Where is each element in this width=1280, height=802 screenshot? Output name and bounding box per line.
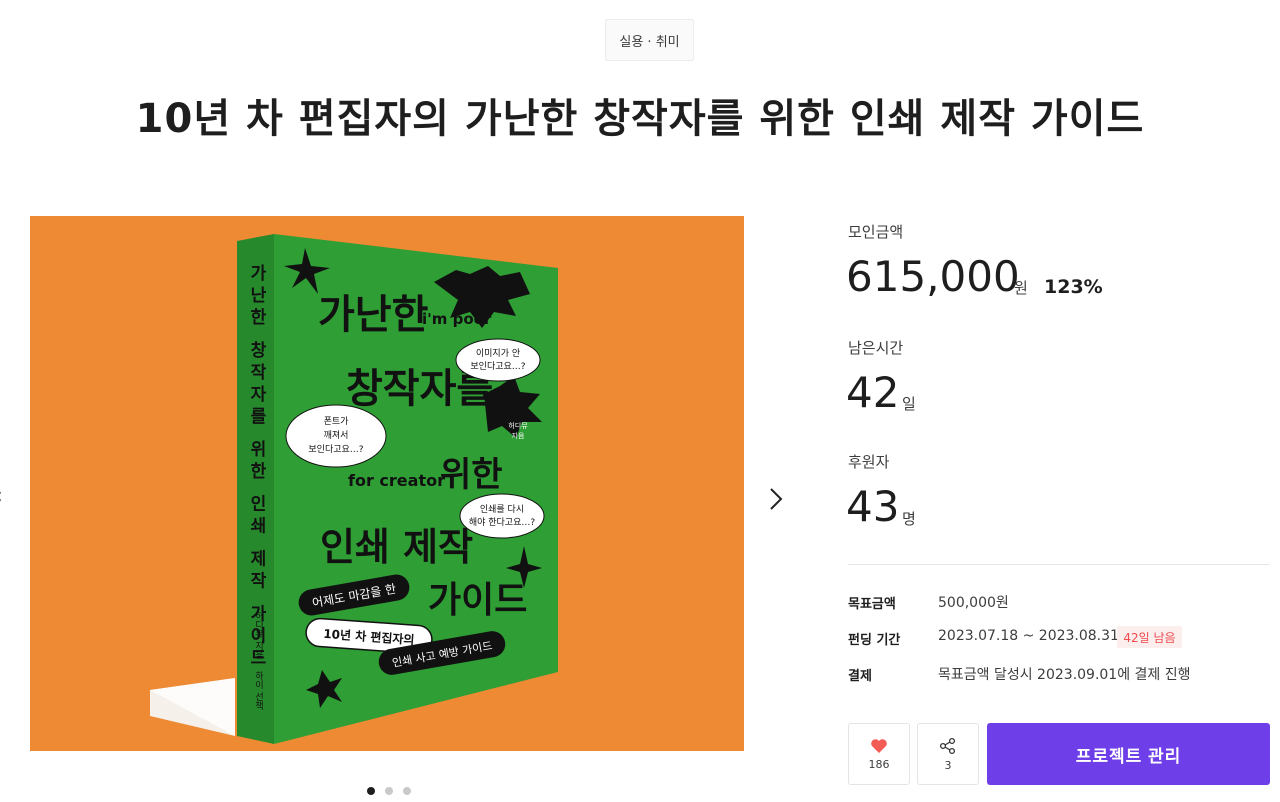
share-button[interactable]: 3 xyxy=(917,723,979,785)
svg-text:지음: 지음 xyxy=(512,431,525,440)
goal-label: 목표금액 xyxy=(848,597,896,612)
time-label: 남은시간 xyxy=(848,339,904,357)
cover-title-sub2: for creator xyxy=(348,471,445,490)
raised-value: 615,000 xyxy=(846,252,1020,301)
period-value: 2023.07.18 ~ 2023.08.31 xyxy=(938,628,1119,644)
divider xyxy=(848,564,1270,565)
carousel-dot-1[interactable] xyxy=(367,787,375,795)
project-image: 가난한 창작자를 위한 인쇄 제작 가이드 허디뮤 지음 하이 선책 가난한 i… xyxy=(30,216,744,751)
carousel-dots xyxy=(367,787,411,795)
like-count: 186 xyxy=(868,757,890,771)
svg-text:폰트가: 폰트가 xyxy=(324,416,349,427)
raised-unit: 원 xyxy=(1014,279,1028,297)
svg-text:보인다고요…?: 보인다고요…? xyxy=(470,361,525,372)
carousel-dot-3[interactable] xyxy=(403,787,411,795)
payment-value: 목표금액 달성시 2023.09.01에 결제 진행 xyxy=(938,667,1191,683)
carousel-dot-2[interactable] xyxy=(385,787,393,795)
cover-title-line3: 위한 xyxy=(440,455,503,495)
chevron-right-icon[interactable] xyxy=(764,484,788,514)
spine-publisher: 하이 선책 xyxy=(253,671,263,711)
svg-text:허디뮤: 허디뮤 xyxy=(508,421,528,430)
backers-unit: 명 xyxy=(902,510,916,528)
svg-text:깨져서: 깨져서 xyxy=(324,429,349,441)
period-label: 펀딩 기간 xyxy=(848,633,901,648)
svg-text:보인다고요…?: 보인다고요…? xyxy=(308,444,363,455)
book-cover-illustration: 가난한 창작자를 위한 인쇄 제작 가이드 허디뮤 지음 하이 선책 가난한 i… xyxy=(150,234,558,744)
remaining-badge: 42일 남음 xyxy=(1117,626,1182,648)
like-button[interactable]: 186 xyxy=(848,723,910,785)
share-icon xyxy=(939,737,956,754)
goal-value: 500,000원 xyxy=(938,595,1009,611)
share-count: 3 xyxy=(944,758,952,772)
backers-label: 후원자 xyxy=(848,453,890,471)
raised-percent: 123% xyxy=(1044,276,1103,298)
time-unit: 일 xyxy=(902,395,916,413)
cover-title-sub1: i'm poor xyxy=(422,310,492,328)
svg-text:해야 한다고요…?: 해야 한다고요…? xyxy=(469,517,536,528)
spine-author: 허디뮤 지음 xyxy=(253,611,263,659)
svg-text:이미지가 안: 이미지가 안 xyxy=(476,348,520,359)
category-badge[interactable]: 실용 · 취미 xyxy=(605,19,694,61)
backers-value: 43 xyxy=(846,482,900,531)
heart-icon xyxy=(871,738,887,753)
cover-title-line4: 인쇄 제작 xyxy=(320,525,473,569)
time-value: 42 xyxy=(846,368,900,417)
cover-title-line1: 가난한 xyxy=(318,292,429,338)
project-title: 10년 차 편집자의 가난한 창작자를 위한 인쇄 제작 가이드 xyxy=(135,96,1145,142)
svg-text:인쇄를 다시: 인쇄를 다시 xyxy=(480,504,524,515)
manage-project-button[interactable]: 프로젝트 관리 xyxy=(987,723,1270,785)
chevron-left-icon[interactable]: ‹ xyxy=(0,484,10,512)
payment-label: 결제 xyxy=(848,669,872,684)
raised-label: 모인금액 xyxy=(848,223,904,241)
spine-title: 가난한 창작자를 위한 인쇄 제작 가이드 xyxy=(246,264,266,671)
cover-title-line5: 가이드 xyxy=(428,580,527,621)
